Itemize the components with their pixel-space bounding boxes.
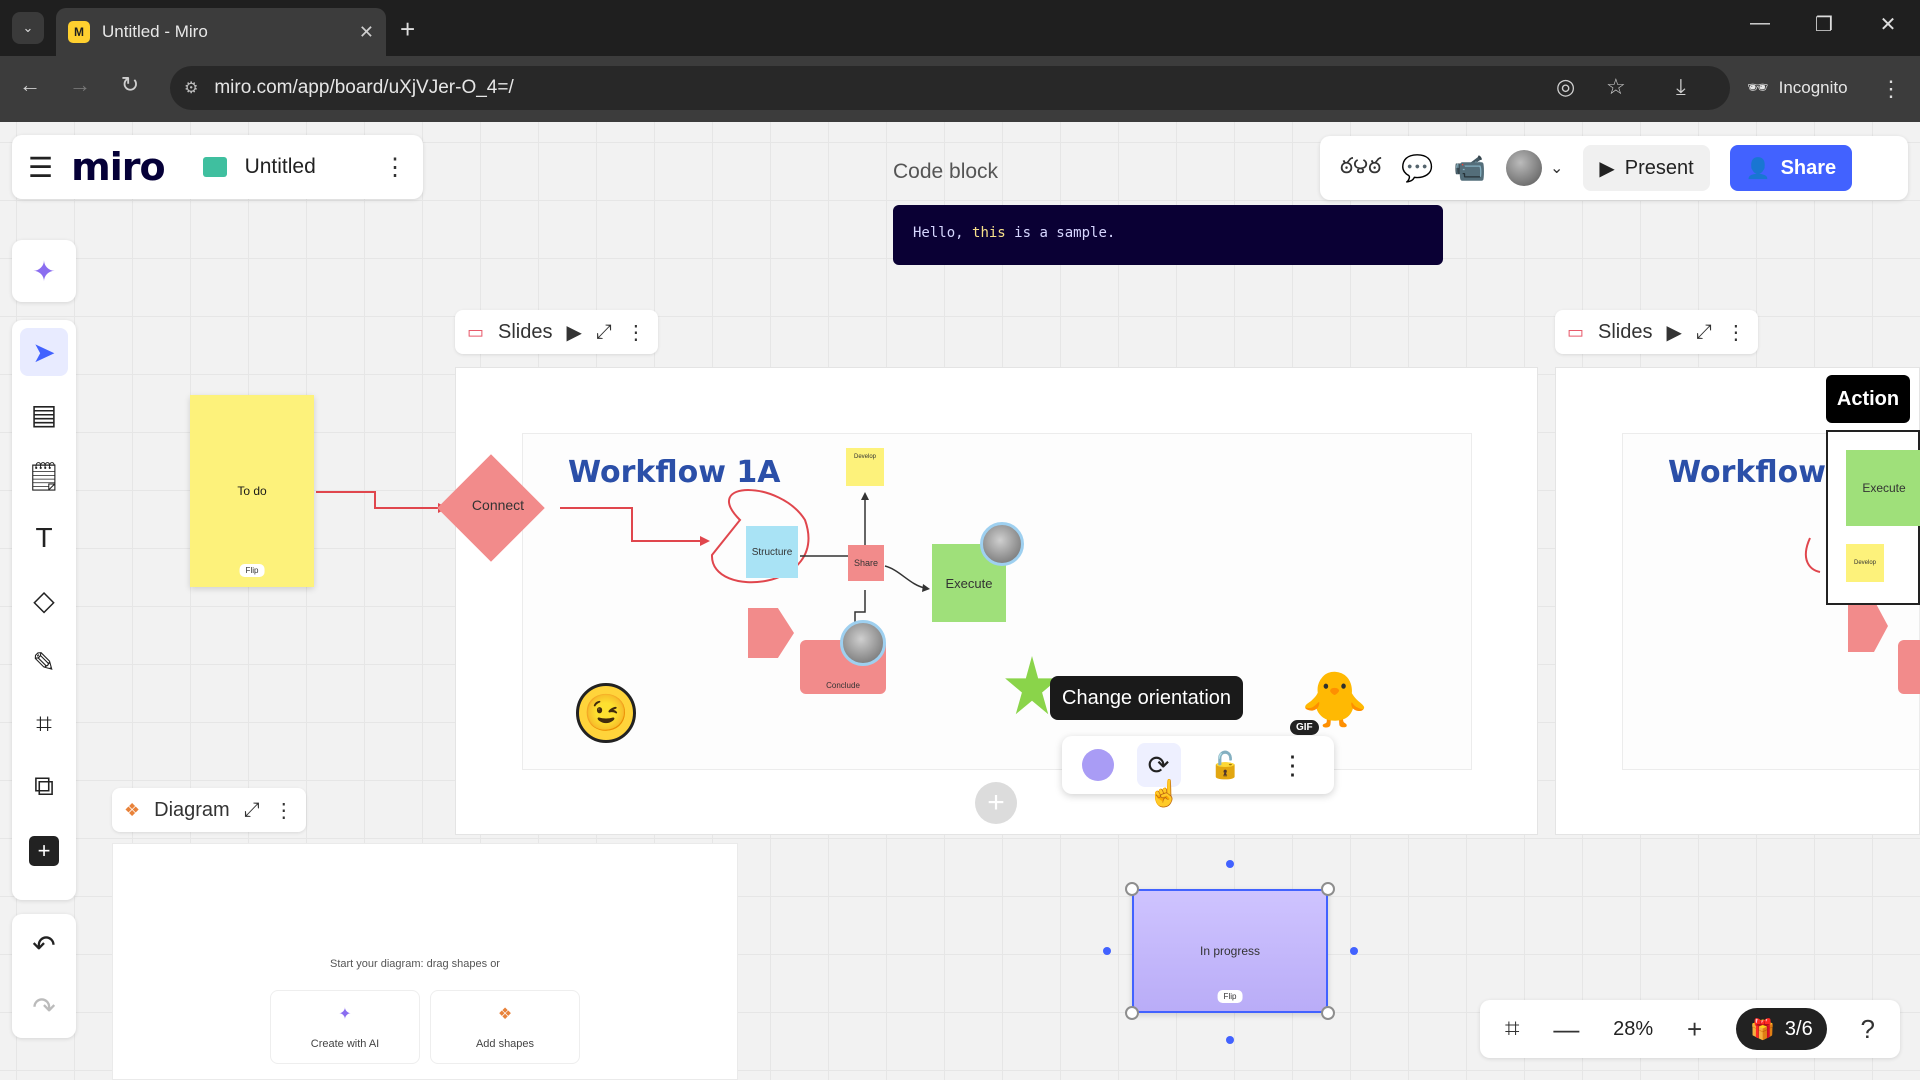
board-title[interactable]: Untitled xyxy=(245,155,316,179)
miro-logo[interactable]: miro xyxy=(71,145,165,189)
structure-node[interactable]: Structure xyxy=(746,526,798,578)
action-preview[interactable]: Execute Develop xyxy=(1826,430,1920,605)
flip-tag[interactable]: Flip xyxy=(239,564,265,577)
more-options-icon[interactable]: ⋮ xyxy=(1271,743,1315,787)
page-counter-pill[interactable]: 🎁 3/6 xyxy=(1736,1008,1827,1050)
present-button[interactable]: ▶ Present xyxy=(1583,145,1710,191)
user-plus-icon: 👤 xyxy=(1745,157,1771,180)
creation-toolbar: ➤ ▤ 🗒 T ◇ ✎ ⌗ ⧉ + xyxy=(12,320,76,900)
wink-emoji-icon[interactable]: 😉 xyxy=(576,683,636,743)
context-toolbar: ⟳ 🔓 ⋮ xyxy=(1062,736,1334,794)
reactions-icon[interactable]: ఠ౪ఠ xyxy=(1340,153,1381,184)
share-label: Share xyxy=(1780,156,1837,179)
code-block[interactable]: Hello, this is a sample. xyxy=(893,205,1443,265)
present-label: Present xyxy=(1624,156,1694,179)
diagram-icon: ❖ xyxy=(124,799,141,820)
board-book-icon xyxy=(202,157,227,177)
connection-point[interactable] xyxy=(1103,947,1111,955)
ai-sparkle-icon[interactable]: ✦ xyxy=(20,247,68,295)
cute-sticker-gif[interactable]: 🐥 xyxy=(1280,650,1390,750)
workflow-title-right: Workflow xyxy=(1668,455,1826,490)
gift-icon: 🎁 xyxy=(1750,1018,1775,1041)
connection-point[interactable] xyxy=(1226,860,1234,868)
select-tool-icon[interactable]: ➤ xyxy=(20,328,68,376)
workflow-title: Workflow 1A xyxy=(568,455,781,490)
connection-point[interactable] xyxy=(1226,1036,1234,1044)
diagram-hint: Start your diagram: drag shapes or xyxy=(330,958,500,970)
code-block-label: Code block xyxy=(893,160,999,183)
color-swatch[interactable] xyxy=(1081,749,1114,781)
hand-cursor-icon: ☝ xyxy=(1148,778,1181,808)
zoom-in-icon[interactable]: + xyxy=(1687,1014,1702,1045)
main-menu-icon[interactable]: ☰ xyxy=(28,151,53,184)
code-text: Hello, xyxy=(913,225,973,241)
shapes-icon: ❖ xyxy=(497,1006,513,1023)
chevron-down-icon[interactable]: ⌄ xyxy=(1550,158,1563,178)
board-menu-bar: ☰ miro Untitled ⋮ xyxy=(12,135,423,199)
more-icon[interactable]: ⋮ xyxy=(274,798,294,823)
text-tool-icon[interactable]: T xyxy=(20,514,68,562)
zoom-out-icon[interactable]: — xyxy=(1553,1014,1579,1045)
share-node[interactable]: Share xyxy=(848,545,884,581)
develop-preview: Develop xyxy=(1846,544,1884,582)
gif-badge: GIF xyxy=(1290,720,1319,735)
code-keyword: this xyxy=(972,225,1006,241)
change-orientation-tooltip: Change orientation xyxy=(1050,676,1244,720)
create-with-ai-card[interactable]: ✦ Create with AI xyxy=(270,990,420,1064)
frame-tool-icon[interactable]: ⌗ xyxy=(20,700,68,748)
sticky-note-todo[interactable]: To do Flip xyxy=(190,395,314,587)
sticky-note-icon[interactable]: 🗒 xyxy=(20,452,68,500)
resize-handle[interactable] xyxy=(1125,882,1139,896)
help-icon[interactable]: ? xyxy=(1861,1014,1875,1045)
collaboration-bar: ఠ౪ఠ 💬 📹 ⌄ ▶ Present 👤 Share xyxy=(1320,136,1908,200)
avatar[interactable] xyxy=(1505,150,1542,186)
ai-panel: ✦ xyxy=(12,240,76,302)
redo-icon[interactable]: ↷ xyxy=(20,983,68,1031)
execute-preview: Execute xyxy=(1846,450,1920,526)
templates-icon[interactable]: ▤ xyxy=(20,390,68,438)
fit-to-screen-icon[interactable]: ⌗ xyxy=(1505,1013,1520,1045)
add-shapes-card[interactable]: ❖ Add shapes xyxy=(430,990,580,1064)
resize-handle[interactable] xyxy=(1321,1006,1335,1020)
video-call-icon[interactable]: 📹 xyxy=(1454,153,1486,184)
diagram-frame-label[interactable]: ❖ Diagram ⤢ ⋮ xyxy=(112,788,306,832)
zoom-bar: ⌗ — 28% + 🎁 3/6 ? xyxy=(1480,1000,1900,1058)
expand-icon[interactable]: ⤢ xyxy=(244,799,260,822)
zoom-level[interactable]: 28% xyxy=(1613,1018,1653,1041)
connection-point[interactable] xyxy=(1350,947,1358,955)
user-avatar-sticker[interactable] xyxy=(840,620,886,666)
sticky-text: To do xyxy=(237,484,267,498)
embed-code-icon[interactable]: ⧉ xyxy=(20,762,68,810)
create-ai-label: Create with AI xyxy=(310,1038,380,1050)
develop-sticky[interactable]: Develop xyxy=(846,448,884,486)
resize-handle[interactable] xyxy=(1125,1006,1139,1020)
shapes-tool-icon[interactable]: ◇ xyxy=(20,576,68,624)
pen-tool-icon[interactable]: ✎ xyxy=(20,638,68,686)
board-more-icon[interactable]: ⋮ xyxy=(383,153,407,182)
connect-label: Connect xyxy=(471,497,525,513)
diagram-label: Diagram xyxy=(154,798,230,821)
add-slide-button[interactable]: + xyxy=(975,782,1017,824)
lock-icon[interactable]: 🔓 xyxy=(1204,743,1248,787)
action-button[interactable]: Action xyxy=(1826,375,1910,423)
play-icon: ▶ xyxy=(1599,157,1615,180)
add-shapes-label: Add shapes xyxy=(475,1038,535,1050)
undo-redo-panel: ↶ ↷ xyxy=(12,914,76,1038)
conclude-node-right xyxy=(1898,640,1920,694)
undo-icon[interactable]: ↶ xyxy=(20,921,68,969)
sparkle-icon: ✦ xyxy=(338,1006,352,1023)
page-counter: 3/6 xyxy=(1784,1017,1813,1040)
comments-icon[interactable]: 💬 xyxy=(1401,153,1433,184)
resize-handle[interactable] xyxy=(1321,882,1335,896)
selection-box xyxy=(1132,889,1328,1013)
more-tools-icon[interactable]: + xyxy=(29,836,59,866)
share-button[interactable]: 👤 Share xyxy=(1729,145,1853,191)
code-text-rest: is a sample. xyxy=(1005,225,1116,241)
user-avatar-sticker[interactable] xyxy=(980,522,1024,566)
